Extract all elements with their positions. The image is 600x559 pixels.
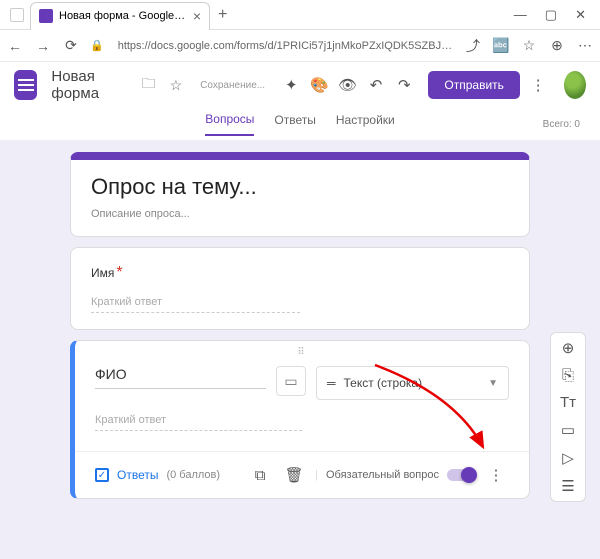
question-type-select[interactable]: ═ Текст (строка) ▼ <box>316 366 509 400</box>
browser-titlebar: Новая форма - Google Формы × + — ▢ ✕ <box>0 0 600 30</box>
nav-back-icon[interactable]: ← <box>6 38 24 54</box>
answer-key-checkbox[interactable]: ✓ <box>95 468 109 482</box>
question-card-1[interactable]: Имя* Краткий ответ <box>70 247 530 330</box>
tab-title: Новая форма - Google Формы <box>59 10 187 22</box>
addons-icon[interactable]: ✦ <box>281 72 301 98</box>
required-label: Обязательный вопрос <box>326 469 439 481</box>
tab-settings[interactable]: Настройки <box>336 113 395 135</box>
form-title[interactable]: Новая форма <box>51 68 125 102</box>
tab-close-icon[interactable]: × <box>193 8 201 24</box>
add-video-icon[interactable]: ▷ <box>562 449 574 467</box>
tab-responses[interactable]: Ответы <box>274 113 315 135</box>
answer-key-link[interactable]: Ответы <box>117 468 158 482</box>
short-answer-preview: Краткий ответ <box>95 414 302 431</box>
share-icon[interactable]: ⤴ <box>464 36 482 56</box>
short-text-icon: ═ <box>327 376 336 390</box>
copy-icon[interactable]: ⧉ <box>247 462 273 488</box>
add-image-icon[interactable]: ▭ <box>276 366 306 396</box>
short-answer-preview: Краткий ответ <box>91 296 300 313</box>
import-questions-icon[interactable]: ⎘ <box>562 367 574 384</box>
lock-icon: 🔒 <box>90 39 104 52</box>
add-image-icon[interactable]: ▭ <box>561 421 575 439</box>
nav-forward-icon[interactable]: → <box>34 38 52 54</box>
collections-icon[interactable]: ⊕ <box>548 37 566 54</box>
more-menu-icon[interactable]: ⋮ <box>528 72 548 98</box>
question-text-input[interactable]: ФИО <box>95 366 266 389</box>
window-minimize[interactable]: — <box>514 7 527 23</box>
send-button[interactable]: Отправить <box>428 71 520 99</box>
palette-icon[interactable]: 🎨 <box>309 72 329 98</box>
browser-menu-icon[interactable]: ⋯ <box>576 37 594 54</box>
tab-questions[interactable]: Вопросы <box>205 112 254 136</box>
favorite-icon[interactable]: ☆ <box>520 37 538 54</box>
preview-icon[interactable]: 👁 <box>338 72 358 98</box>
form-title-input[interactable]: Опрос на тему... <box>91 174 509 200</box>
forms-logo-icon[interactable] <box>14 70 37 100</box>
nav-reload-icon[interactable]: ⟳ <box>62 37 80 54</box>
required-toggle[interactable] <box>447 469 475 481</box>
add-question-icon[interactable]: ⊕ <box>562 339 575 357</box>
drag-handle-icon[interactable]: ⠿ <box>95 347 509 358</box>
window-icon <box>10 8 24 22</box>
form-header-card[interactable]: Опрос на тему... Описание опроса... <box>70 152 530 237</box>
star-icon[interactable]: ☆ <box>170 77 183 94</box>
redo-icon[interactable]: ↷ <box>394 72 414 98</box>
floating-toolbar: ⊕ ⎘ Tᴛ ▭ ▷ ☰ <box>550 332 586 502</box>
required-asterisk: * <box>116 264 122 281</box>
question-card-2-active[interactable]: ⠿ ФИО ▭ ═ Текст (строка) ▼ Краткий ответ… <box>70 340 530 499</box>
address-bar: ← → ⟳ 🔒 https://docs.google.com/forms/d/… <box>0 30 600 62</box>
window-maximize[interactable]: ▢ <box>545 7 557 23</box>
undo-icon[interactable]: ↶ <box>366 72 386 98</box>
favicon <box>39 9 53 23</box>
browser-tab[interactable]: Новая форма - Google Формы × <box>30 2 210 30</box>
question-more-icon[interactable]: ⋮ <box>483 462 509 488</box>
save-status: Сохранение... <box>200 80 265 91</box>
avatar[interactable] <box>564 71 586 99</box>
window-close[interactable]: ✕ <box>575 7 586 23</box>
form-description-input[interactable]: Описание опроса... <box>91 208 509 220</box>
new-tab-button[interactable]: + <box>218 6 227 24</box>
form-canvas: Опрос на тему... Описание опроса... Имя*… <box>0 140 600 559</box>
form-tabs: Вопросы Ответы Настройки Всего: 0 <box>0 108 600 140</box>
add-title-icon[interactable]: Tᴛ <box>560 394 576 411</box>
chevron-down-icon: ▼ <box>488 378 498 389</box>
app-header: Новая форма 🗀 ☆ Сохранение... ✦ 🎨 👁 ↶ ↷ … <box>0 62 600 108</box>
add-section-icon[interactable]: ☰ <box>561 477 574 495</box>
folder-icon[interactable]: 🗀 <box>142 73 156 97</box>
question-label: Имя <box>91 266 114 280</box>
question-footer: ✓ Ответы (0 баллов) ⧉ 🗑 | Обязательный в… <box>95 452 509 498</box>
delete-icon[interactable]: 🗑 <box>281 462 307 488</box>
responses-total: Всего: 0 <box>543 119 580 130</box>
points-label: (0 баллов) <box>166 469 220 481</box>
translate-icon[interactable]: 🔤 <box>492 37 510 54</box>
type-label: Текст (строка) <box>344 376 423 390</box>
url-field[interactable]: https://docs.google.com/forms/d/1PRICi57… <box>118 40 454 52</box>
